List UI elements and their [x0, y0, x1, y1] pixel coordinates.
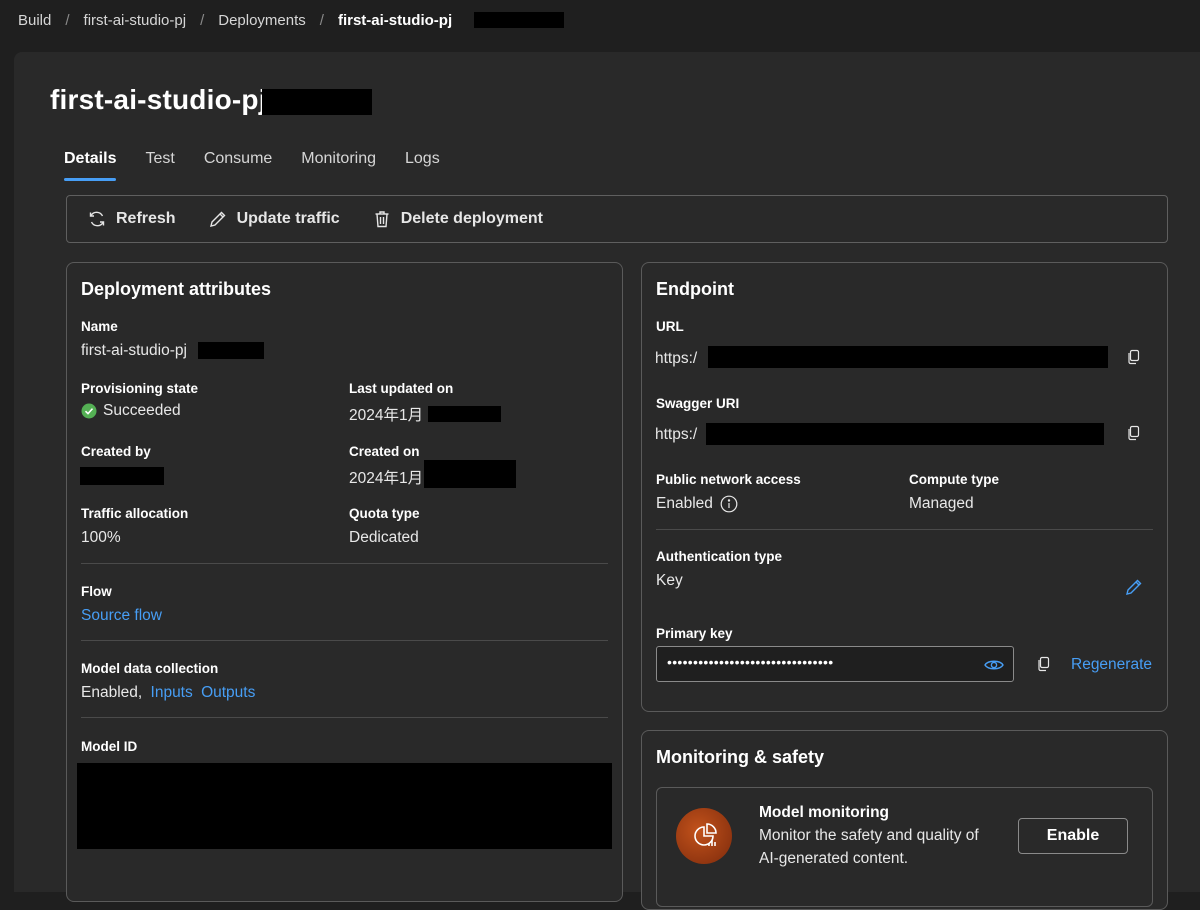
toolbar: Refresh Update traffic Delete deployment — [66, 195, 1168, 243]
copy-key-icon[interactable] — [1036, 656, 1052, 672]
redaction — [80, 467, 164, 485]
model-data-collection-label: Model data collection — [81, 661, 219, 676]
show-key-eye-icon[interactable] — [984, 658, 1004, 672]
model-data-collection-value: Enabled, Inputs Outputs — [81, 684, 255, 702]
tab-details[interactable]: Details — [64, 150, 117, 181]
public-network-access-text: Enabled — [656, 495, 713, 512]
name-label: Name — [81, 319, 118, 334]
last-updated-value: 2024年1月 — [349, 407, 424, 424]
chart-gauge-icon — [694, 823, 717, 846]
breadcrumb-separator: / — [319, 11, 324, 29]
redaction — [428, 406, 501, 422]
update-traffic-label: Update traffic — [236, 210, 340, 227]
breadcrumb-deployments[interactable]: Deployments — [218, 12, 306, 29]
provisioning-state-label: Provisioning state — [81, 381, 199, 396]
redaction — [474, 12, 564, 28]
endpoint-card — [641, 262, 1168, 712]
refresh-button[interactable]: Refresh — [87, 209, 176, 229]
edit-icon — [209, 211, 226, 227]
tab-consume[interactable]: Consume — [204, 150, 272, 181]
provisioning-state-text: Succeeded — [103, 402, 181, 419]
primary-key-field[interactable]: •••••••••••••••••••••••••••••••• — [656, 646, 1014, 682]
traffic-allocation-value: 100% — [81, 529, 121, 546]
divider — [81, 563, 608, 564]
enable-button[interactable]: Enable — [1018, 818, 1128, 854]
tab-monitoring[interactable]: Monitoring — [301, 150, 376, 181]
flow-label: Flow — [81, 584, 112, 599]
copy-url-icon[interactable] — [1126, 349, 1142, 365]
redaction — [262, 89, 372, 115]
compute-type-value: Managed — [909, 495, 974, 512]
copy-swagger-icon[interactable] — [1126, 425, 1142, 441]
tab-logs[interactable]: Logs — [405, 150, 440, 181]
public-network-access-label: Public network access — [656, 472, 801, 487]
authentication-type-value: Key — [656, 572, 683, 589]
model-monitoring-desc-line2: AI-generated content. — [759, 850, 909, 867]
redaction — [708, 346, 1108, 368]
delete-deployment-button[interactable]: Delete deployment — [372, 209, 543, 229]
page-title: first-ai-studio-pj- — [50, 84, 277, 115]
quota-type-value: Dedicated — [349, 529, 419, 546]
refresh-label: Refresh — [116, 210, 176, 227]
breadcrumb-separator: / — [65, 11, 70, 29]
tab-test[interactable]: Test — [145, 150, 174, 181]
provisioning-state-value: Succeeded — [81, 402, 181, 420]
model-monitoring-title: Model monitoring — [759, 804, 890, 821]
primary-key-label: Primary key — [656, 626, 733, 641]
refresh-icon — [89, 211, 105, 227]
public-network-access-value: Enabled — [656, 495, 738, 513]
source-flow-link[interactable]: Source flow — [81, 607, 162, 625]
breadcrumb-separator: / — [200, 11, 205, 29]
traffic-allocation-label: Traffic allocation — [81, 506, 189, 521]
delete-icon — [375, 211, 389, 228]
compute-type-label: Compute type — [909, 472, 1000, 487]
divider — [81, 717, 608, 718]
quota-type-label: Quota type — [349, 506, 420, 521]
edit-auth-icon[interactable] — [1124, 577, 1144, 597]
primary-key-value: •••••••••••••••••••••••••••••••• — [667, 654, 834, 670]
swagger-uri-label: Swagger URI — [656, 396, 740, 411]
success-check-icon — [81, 403, 97, 419]
regenerate-link[interactable]: Regenerate — [1071, 656, 1152, 674]
divider — [81, 640, 608, 641]
model-monitoring-icon — [676, 808, 732, 864]
model-data-collection-status: Enabled, — [81, 684, 143, 701]
delete-deployment-label: Delete deployment — [400, 210, 543, 227]
monitoring-safety-title: Monitoring & safety — [656, 747, 825, 767]
inputs-link[interactable]: Inputs — [151, 684, 193, 701]
created-on-value: 2024年1月 — [349, 470, 424, 487]
update-traffic-button[interactable]: Update traffic — [208, 209, 340, 229]
redaction — [198, 342, 264, 359]
model-monitoring-desc-line1: Monitor the safety and quality of — [759, 827, 979, 844]
authentication-type-label: Authentication type — [656, 549, 783, 564]
name-value: first-ai-studio-pj — [81, 342, 187, 359]
redaction — [424, 460, 516, 488]
last-updated-label: Last updated on — [349, 381, 454, 396]
endpoint-title: Endpoint — [656, 279, 734, 299]
outputs-link[interactable]: Outputs — [201, 684, 255, 701]
model-id-label: Model ID — [81, 739, 138, 754]
breadcrumb-build[interactable]: Build — [18, 12, 51, 29]
swagger-uri-value: https:/ — [655, 426, 698, 443]
tab-list: Details Test Consume Monitoring Logs — [64, 150, 469, 181]
redaction — [706, 423, 1104, 445]
url-value: https:/ — [655, 350, 698, 367]
created-on-label: Created on — [349, 444, 420, 459]
redaction — [77, 763, 612, 849]
created-by-label: Created by — [81, 444, 151, 459]
deployment-attributes-title: Deployment attributes — [81, 279, 272, 299]
breadcrumb-project[interactable]: first-ai-studio-pj — [84, 12, 187, 29]
url-label: URL — [656, 319, 684, 334]
divider — [656, 529, 1153, 530]
breadcrumb: Build / first-ai-studio-pj / Deployments… — [18, 10, 452, 30]
info-icon[interactable] — [720, 495, 738, 513]
breadcrumb-current: first-ai-studio-pj — [337, 11, 453, 29]
